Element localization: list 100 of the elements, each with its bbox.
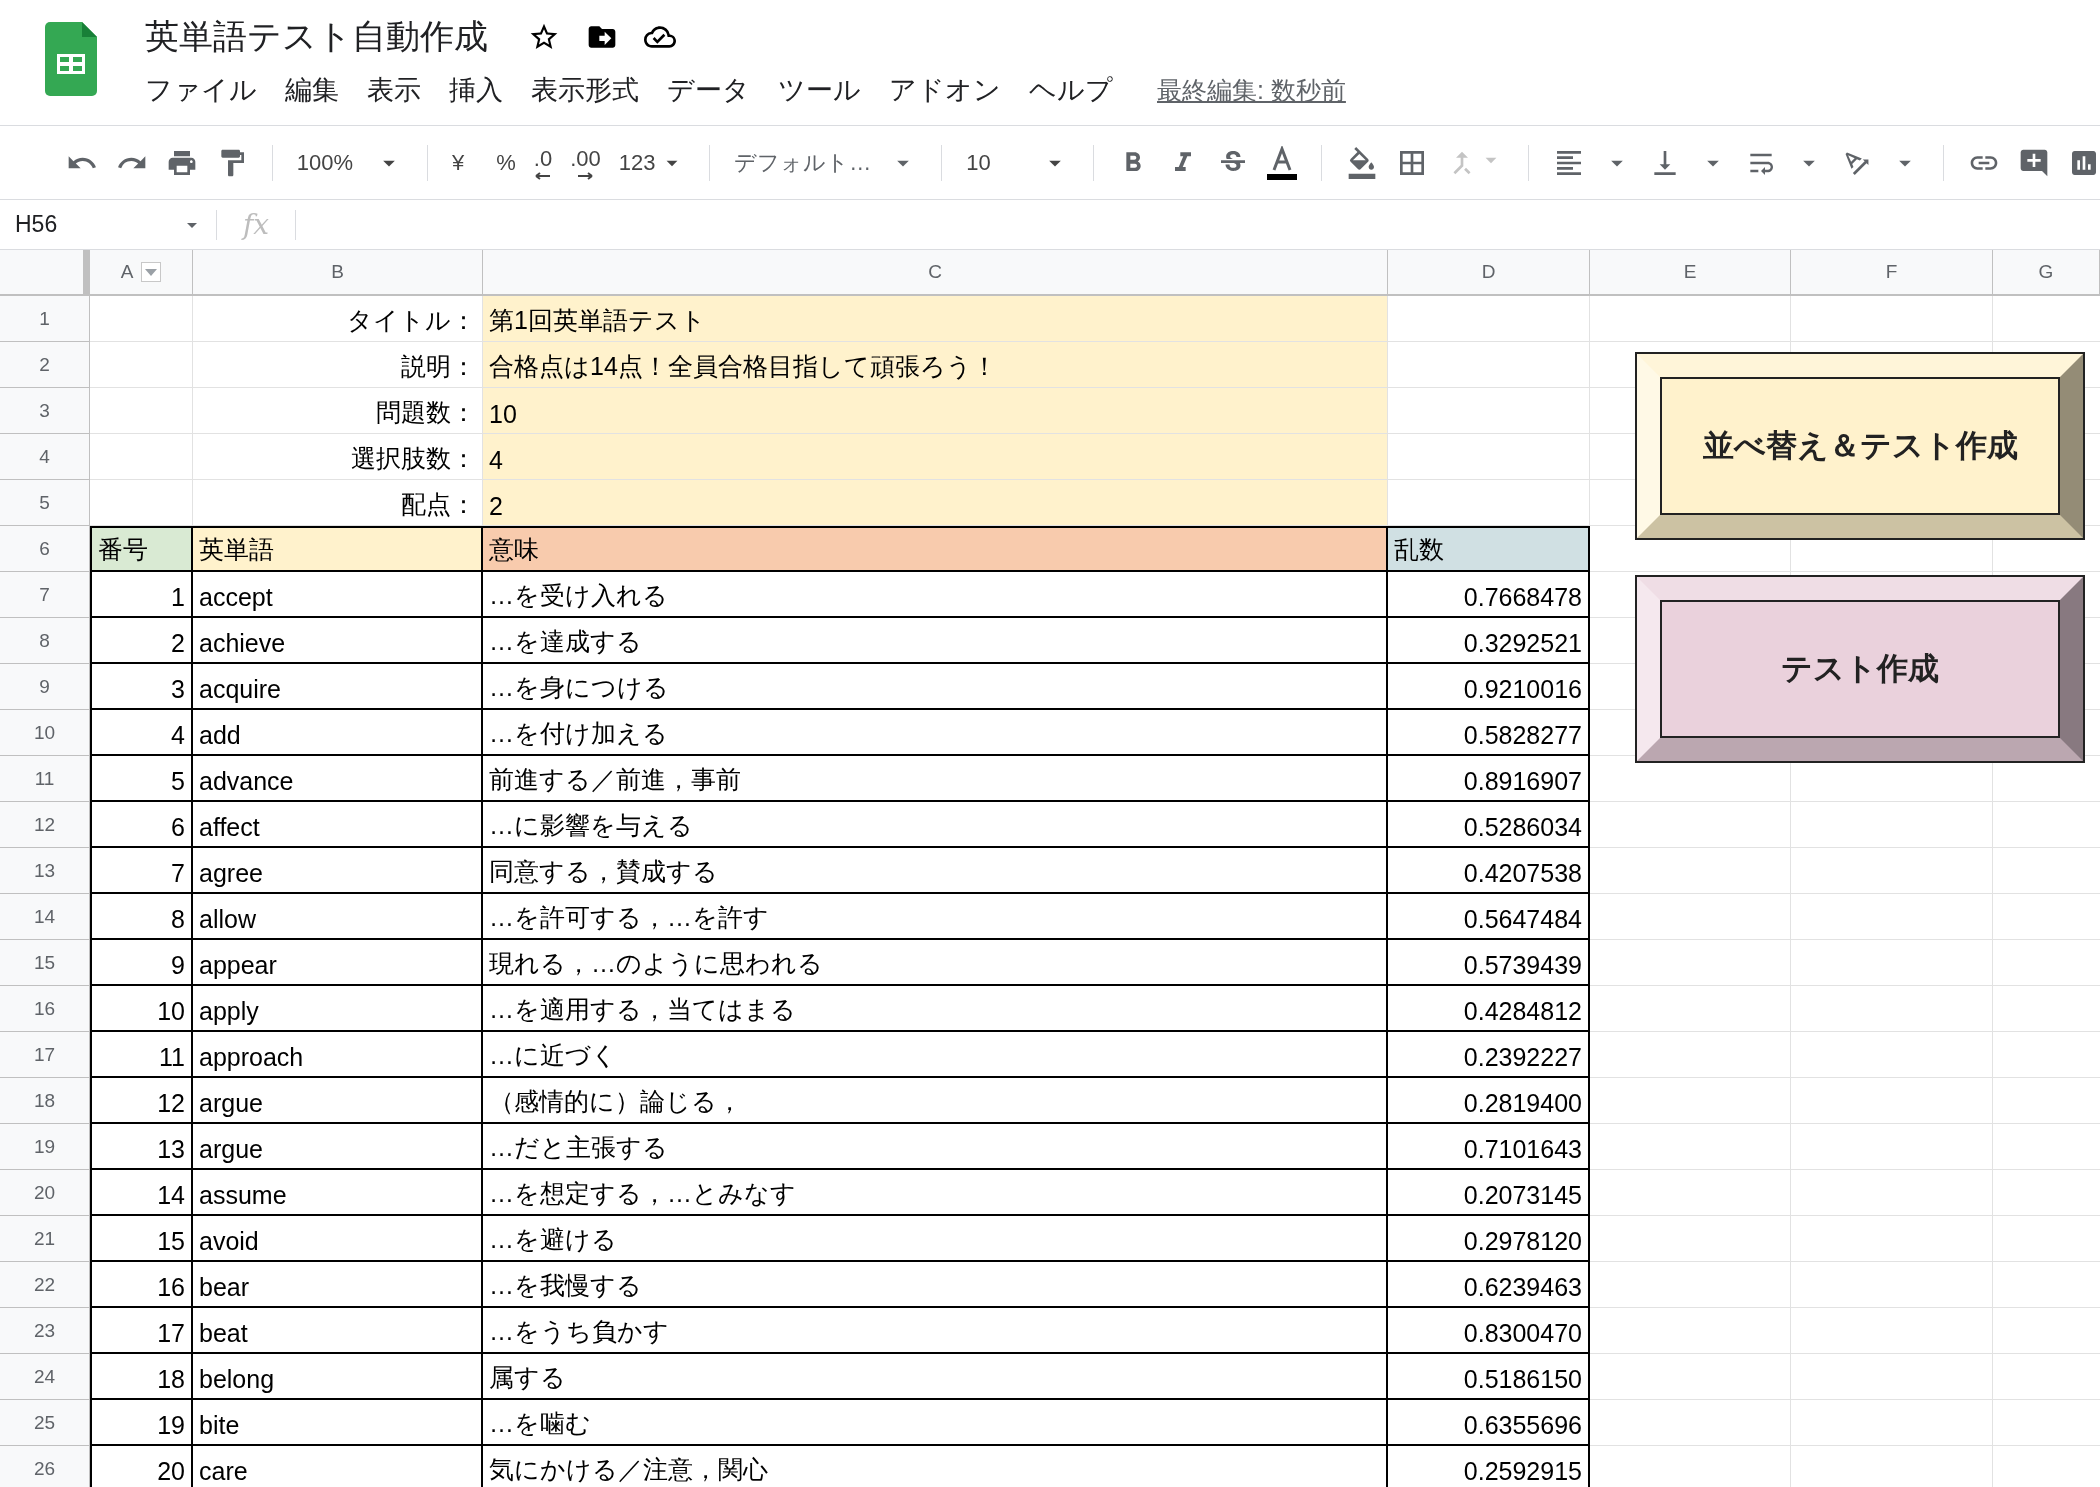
table-cell: 8 xyxy=(90,894,193,940)
column-letter: E xyxy=(1683,261,1697,283)
row-number[interactable]: 13 xyxy=(0,848,90,894)
column-letter: A xyxy=(120,261,134,283)
table-cell: 6 xyxy=(90,802,193,848)
table-cell: 3 xyxy=(90,664,193,710)
column-header[interactable]: C xyxy=(483,250,1388,296)
table-cell: 19 xyxy=(90,1400,193,1446)
row-number[interactable]: 8 xyxy=(0,618,90,664)
menu-item[interactable]: データ xyxy=(667,72,750,108)
table-cell: 0.2073145 xyxy=(1388,1170,1590,1216)
row-number[interactable]: 25 xyxy=(0,1400,90,1446)
row-number[interactable]: 26 xyxy=(0,1446,90,1487)
decrease-decimal-button[interactable]: .0 xyxy=(533,145,553,180)
row-number[interactable]: 1 xyxy=(0,296,90,342)
font-dropdown[interactable]: デフォルト… xyxy=(734,147,918,178)
filter-dropdown-icon[interactable] xyxy=(141,262,162,282)
table-cell: allow xyxy=(193,894,483,940)
row-number[interactable]: 24 xyxy=(0,1354,90,1400)
menu-item[interactable]: 表示 xyxy=(367,72,421,108)
column-letter: C xyxy=(928,261,942,283)
menu-item[interactable]: ファイル xyxy=(145,72,257,108)
table-cell: bite xyxy=(193,1400,483,1446)
row-number[interactable]: 19 xyxy=(0,1124,90,1170)
table-cell: avoid xyxy=(193,1216,483,1262)
column-header[interactable]: G xyxy=(1993,250,2100,296)
row-number[interactable]: 12 xyxy=(0,802,90,848)
menu-item[interactable]: アドオン xyxy=(889,72,1001,108)
row-number[interactable]: 23 xyxy=(0,1308,90,1354)
column-letter: B xyxy=(331,261,344,283)
menu-item[interactable]: 挿入 xyxy=(449,72,503,108)
menu-item[interactable]: 表示形式 xyxy=(531,72,639,108)
table-cell: …を許可する，…を許す xyxy=(483,894,1388,940)
table-cell: 現れる，…のように思われる xyxy=(483,940,1388,986)
sheets-logo-icon xyxy=(45,22,97,96)
table-cell: 合格点は14点！全員合格目指して頑張ろう！ xyxy=(483,342,1388,388)
column-header[interactable]: B xyxy=(193,250,483,296)
table-cell: 0.2819400 xyxy=(1388,1078,1590,1124)
percent-format-button[interactable]: % xyxy=(496,149,516,176)
row-number[interactable]: 4 xyxy=(0,434,90,480)
table-cell: appear xyxy=(193,940,483,986)
zoom-dropdown[interactable]: 100% xyxy=(296,148,404,177)
menu-item[interactable]: ツール xyxy=(778,72,861,108)
row-number[interactable]: 22 xyxy=(0,1262,90,1308)
table-cell: …を受け入れる xyxy=(483,572,1388,618)
row-number[interactable]: 6 xyxy=(0,526,90,572)
table-cell: 12 xyxy=(90,1078,193,1124)
menu-item[interactable]: ヘルプ xyxy=(1029,72,1113,108)
currency-format-button[interactable]: ¥ xyxy=(451,149,465,176)
table-cell: …を想定する，…とみなす xyxy=(483,1170,1388,1216)
table-cell: …を避ける xyxy=(483,1216,1388,1262)
document-title[interactable]: 英単語テスト自動作成 xyxy=(145,14,488,60)
table-cell: 0.5286034 xyxy=(1388,802,1590,848)
macro-button[interactable]: 並べ替え＆テスト作成 xyxy=(1635,352,2085,540)
number-format-dropdown[interactable]: 123 xyxy=(618,149,686,176)
row-number[interactable]: 9 xyxy=(0,664,90,710)
row-number[interactable]: 11 xyxy=(0,756,90,802)
table-cell: 0.2392227 xyxy=(1388,1032,1590,1078)
row-number[interactable]: 3 xyxy=(0,388,90,434)
table-cell: 2 xyxy=(90,618,193,664)
name-box[interactable]: H56 xyxy=(0,211,180,238)
text-color-icon[interactable] xyxy=(1267,145,1298,180)
table-cell: 10 xyxy=(90,986,193,1032)
row-number[interactable]: 14 xyxy=(0,894,90,940)
table-cell: 4 xyxy=(90,710,193,756)
row-number[interactable]: 17 xyxy=(0,1032,90,1078)
row-number[interactable]: 18 xyxy=(0,1078,90,1124)
macro-button[interactable]: テスト作成 xyxy=(1635,575,2085,763)
row-number[interactable]: 7 xyxy=(0,572,90,618)
table-cell: …を噛む xyxy=(483,1400,1388,1446)
table-cell: 第1回英単語テスト xyxy=(483,296,1388,342)
row-number[interactable]: 15 xyxy=(0,940,90,986)
row-number[interactable]: 2 xyxy=(0,342,90,388)
table-cell: …を付け加える xyxy=(483,710,1388,756)
table-cell: 0.8916907 xyxy=(1388,756,1590,802)
table-cell: 11 xyxy=(90,1032,193,1078)
row-number[interactable]: 20 xyxy=(0,1170,90,1216)
row-number[interactable]: 5 xyxy=(0,480,90,526)
column-header[interactable]: E xyxy=(1590,250,1791,296)
table-cell: 0.9210016 xyxy=(1388,664,1590,710)
table-cell: acquire xyxy=(193,664,483,710)
font-size-dropdown[interactable]: 10 xyxy=(966,148,1069,177)
table-cell: argue xyxy=(193,1078,483,1124)
last-edit-link[interactable]: 最終編集: 数秒前 xyxy=(1157,73,1346,107)
row-number[interactable]: 21 xyxy=(0,1216,90,1262)
row-number[interactable]: 10 xyxy=(0,710,90,756)
table-cell: accept xyxy=(193,572,483,618)
row-number[interactable]: 16 xyxy=(0,986,90,1032)
table-cell: …を我慢する xyxy=(483,1262,1388,1308)
increase-decimal-button[interactable]: .00 xyxy=(570,145,601,180)
table-cell: beat xyxy=(193,1308,483,1354)
table-cell: 5 xyxy=(90,756,193,802)
table-cell: 0.7668478 xyxy=(1388,572,1590,618)
menu-item[interactable]: 編集 xyxy=(285,72,339,108)
column-header[interactable]: D xyxy=(1388,250,1590,296)
column-letter: D xyxy=(1481,261,1496,283)
table-cell: 0.4284812 xyxy=(1388,986,1590,1032)
column-header[interactable]: F xyxy=(1791,250,1993,296)
column-header[interactable]: A xyxy=(90,250,193,296)
table-cell: 0.2978120 xyxy=(1388,1216,1590,1262)
